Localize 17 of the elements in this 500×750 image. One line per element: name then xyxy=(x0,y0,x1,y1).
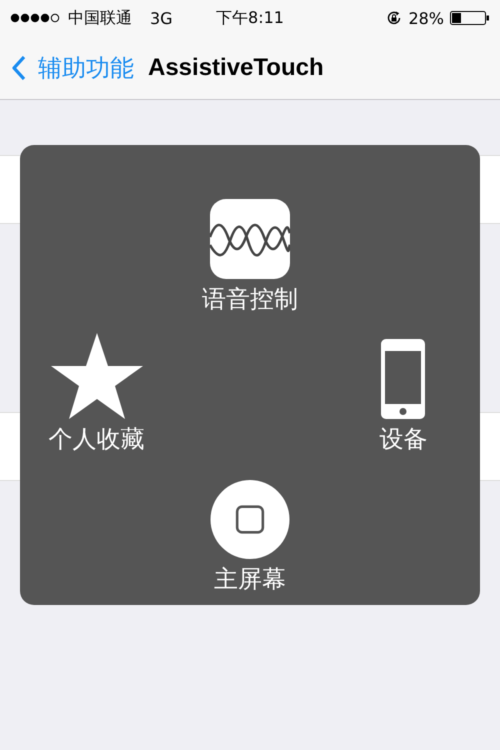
chevron-left-icon xyxy=(12,54,26,80)
status-time: 下午8:11 xyxy=(216,8,284,28)
voice-menu-item[interactable]: 语音控制 xyxy=(173,155,327,315)
favorites-menu-item[interactable]: 个人收藏 xyxy=(20,315,174,455)
device-menu-item[interactable]: 设备 xyxy=(326,315,480,455)
phone-icon xyxy=(381,339,426,419)
waveform-icon xyxy=(210,199,290,279)
battery-percent: 28% xyxy=(408,8,444,28)
home-button-icon xyxy=(210,480,290,559)
rotation-lock-icon xyxy=(386,10,402,26)
carrier-name: 中国联通 xyxy=(68,8,132,28)
network-type: 3G xyxy=(150,8,173,28)
battery-icon xyxy=(450,10,490,26)
star-icon xyxy=(50,333,143,419)
signal-icon xyxy=(10,13,62,23)
page-title: AssistiveTouch xyxy=(148,54,324,82)
home-menu-item[interactable]: 主屏幕 xyxy=(173,480,327,595)
